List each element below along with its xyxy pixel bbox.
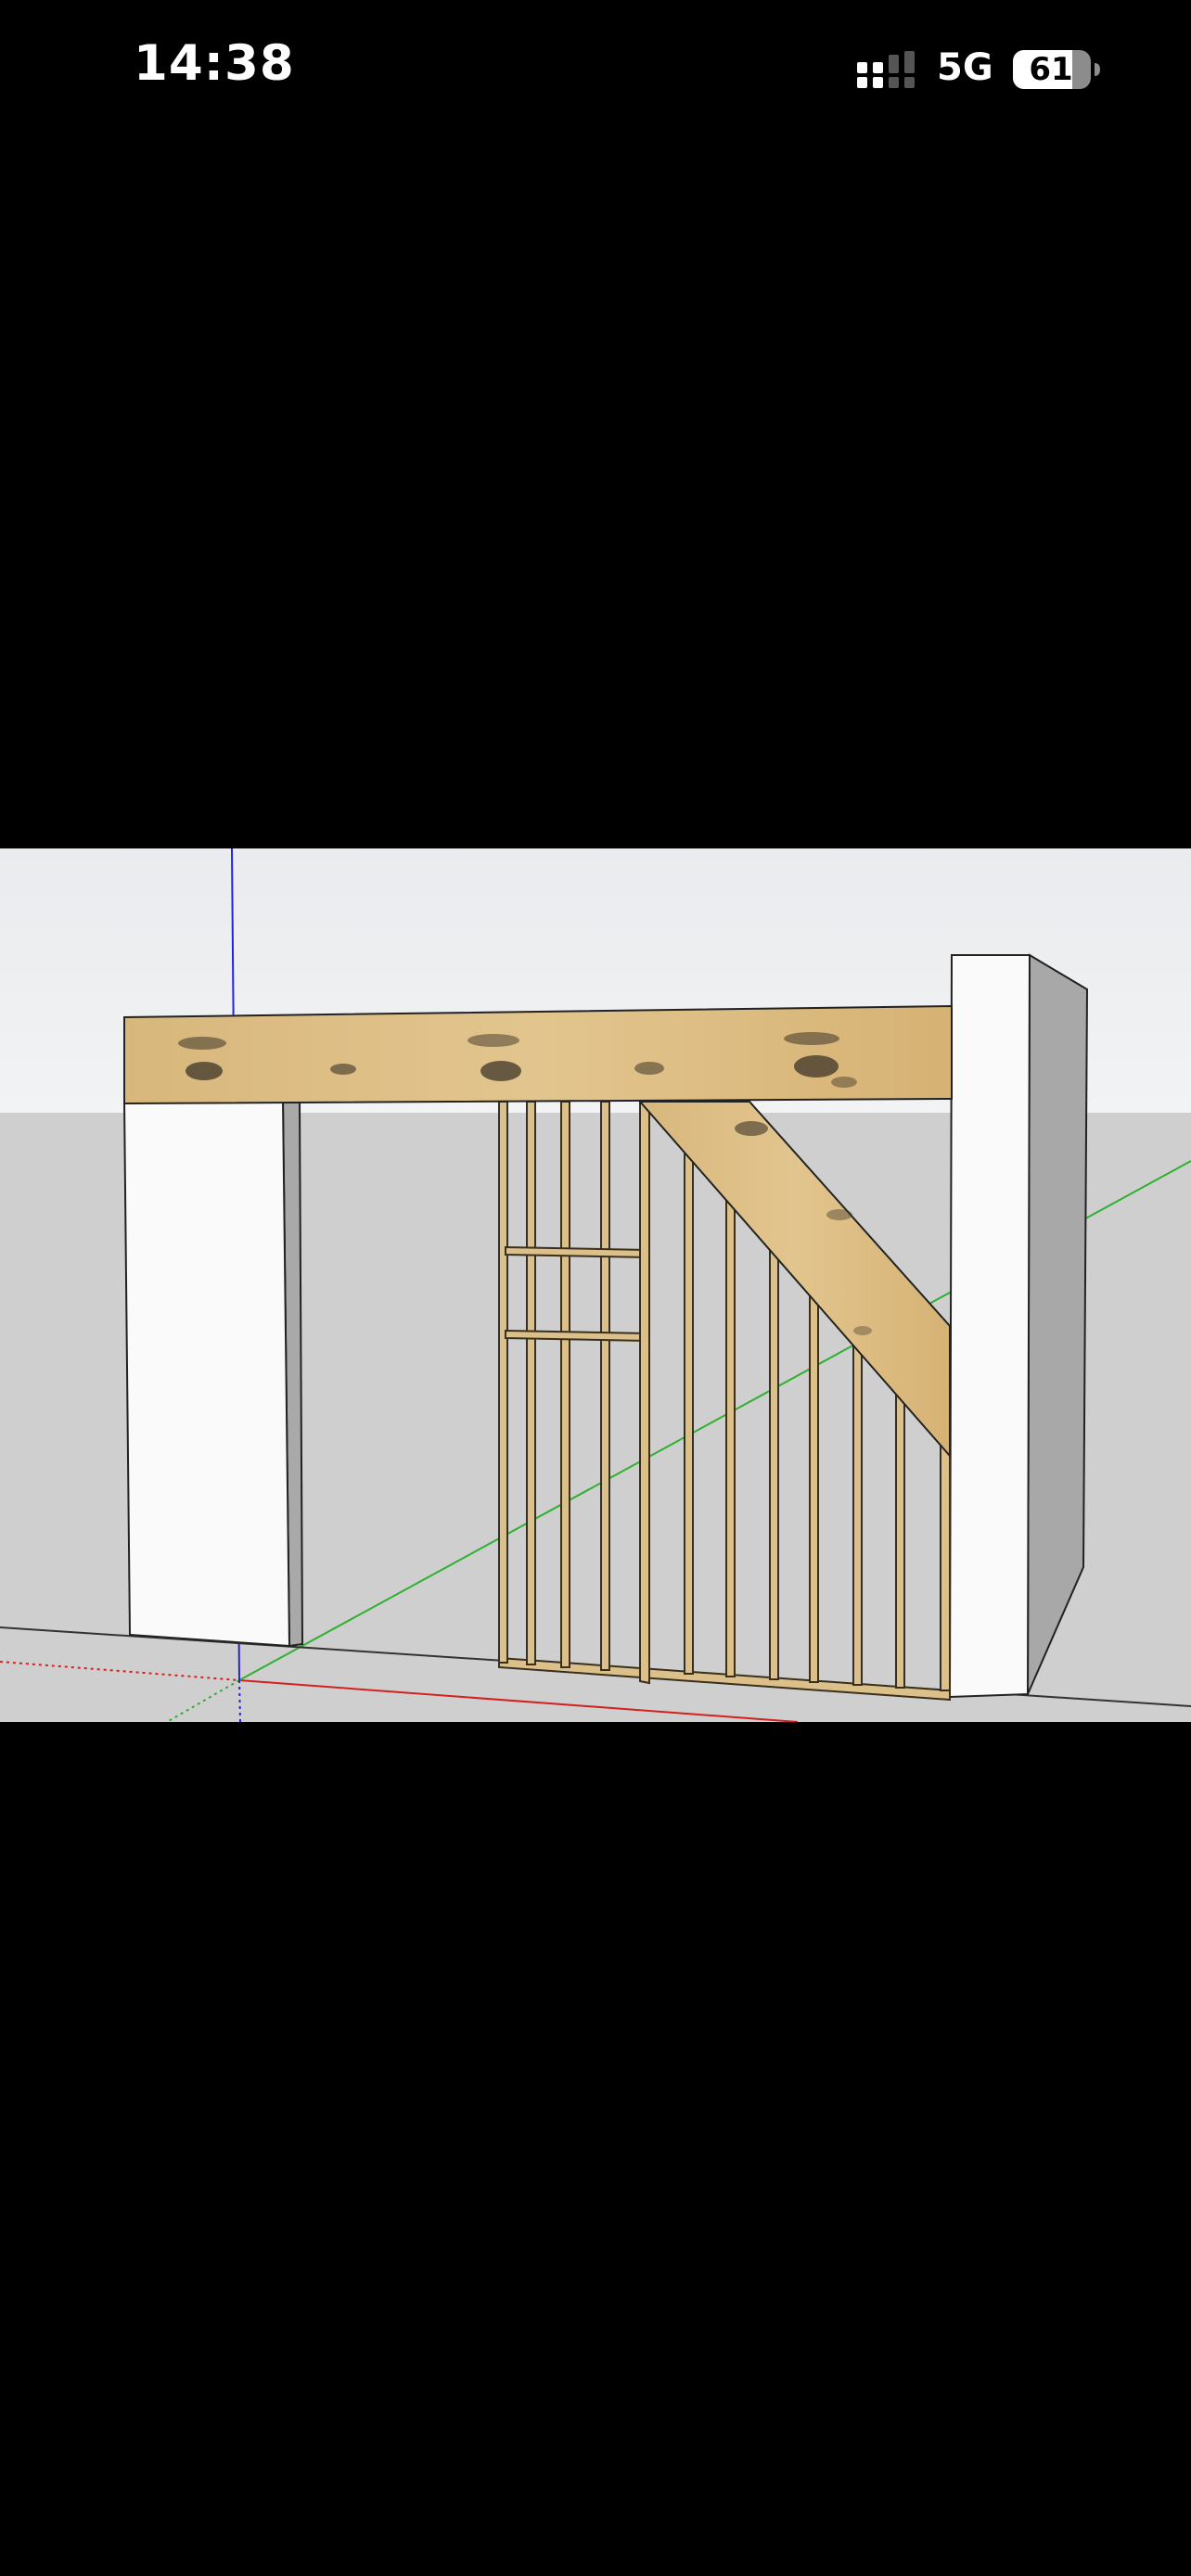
model-canvas[interactable]: [0, 848, 1191, 1722]
left-wall: [122, 1100, 304, 1648]
signal-bars-icon: [857, 51, 915, 88]
network-label: 5G: [937, 46, 993, 89]
top-beam: [123, 1004, 953, 1105]
battery-level: 61: [1029, 51, 1073, 88]
model-viewport[interactable]: [0, 848, 1191, 1722]
right-wall: [948, 953, 1089, 1699]
status-bar: 14:38 5G 61: [0, 0, 1191, 139]
status-time: 14:38: [134, 35, 295, 92]
